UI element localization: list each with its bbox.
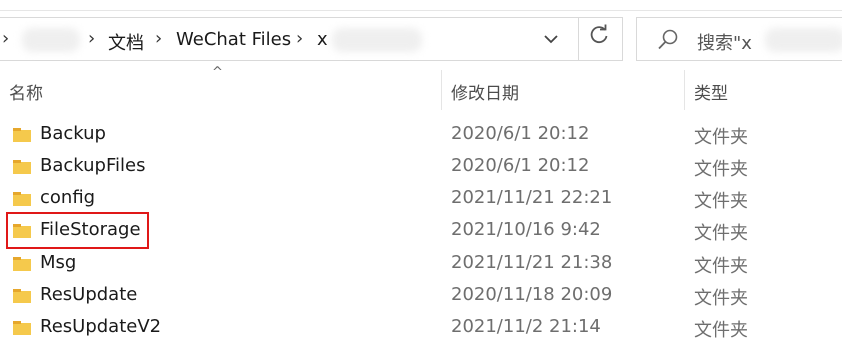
folder-icon — [13, 192, 31, 206]
file-type: 文件夹 — [694, 256, 748, 277]
list-item[interactable]: config 2021/11/21 22:21 文件夹 — [0, 182, 842, 214]
address-dropdown-button[interactable] — [536, 27, 566, 51]
address-divider — [578, 18, 579, 60]
folder-icon — [13, 160, 31, 174]
search-icon — [658, 29, 678, 50]
folder-icon — [13, 257, 31, 271]
folder-icon — [13, 321, 31, 335]
list-item[interactable]: BackupFiles 2020/6/1 20:12 文件夹 — [0, 150, 842, 182]
chevron-right-icon: › — [296, 28, 304, 49]
column-header-row: ^ 名称 修改日期 类型 — [0, 65, 842, 114]
refresh-icon — [590, 24, 608, 44]
chevron-right-icon: › — [2, 28, 10, 49]
file-type: 文件夹 — [694, 127, 748, 148]
file-date: 2021/11/2 21:14 — [451, 316, 601, 337]
file-name: Backup — [40, 123, 106, 144]
list-item[interactable]: Backup 2020/6/1 20:12 文件夹 — [0, 118, 842, 150]
search-placeholder: 搜索"x — [697, 33, 752, 54]
search-input[interactable]: 搜索"x — [636, 17, 842, 61]
blurred-search-text — [765, 28, 842, 52]
column-separator[interactable] — [684, 70, 685, 110]
file-date: 2021/11/21 22:21 — [451, 187, 613, 208]
list-item[interactable]: Msg 2021/11/21 21:38 文件夹 — [0, 247, 842, 279]
chevron-right-icon: › — [155, 28, 163, 49]
breadcrumb-documents[interactable]: 文档 — [108, 29, 144, 55]
list-item[interactable]: ResUpdateV2 2021/11/2 21:14 文件夹 — [0, 311, 842, 343]
file-type: 文件夹 — [694, 191, 748, 212]
sort-ascending-icon: ^ — [212, 65, 223, 80]
address-bar[interactable]: › › 文档 › WeChat Files › x — [0, 17, 623, 61]
blurred-breadcrumb — [22, 28, 80, 52]
breadcrumb-wechat-files[interactable]: WeChat Files — [176, 29, 291, 50]
file-date: 2020/6/1 20:12 — [451, 155, 590, 176]
folder-icon — [13, 289, 31, 303]
file-name: BackupFiles — [40, 155, 146, 176]
file-type: 文件夹 — [694, 223, 748, 244]
column-header-name[interactable]: 名称 — [9, 79, 43, 104]
file-date: 2021/11/21 21:38 — [451, 252, 613, 273]
file-explorer-window: › › 文档 › WeChat Files › x 搜索"x ^ 名称 修改日期… — [0, 0, 842, 351]
chevron-down-icon — [544, 35, 558, 44]
file-date: 2021/10/16 9:42 — [451, 219, 601, 240]
ribbon-toolbar-remnant — [0, 0, 842, 11]
file-name: config — [40, 187, 96, 208]
file-name: Msg — [40, 252, 77, 273]
file-name: ResUpdate — [40, 284, 138, 305]
refresh-button[interactable] — [582, 24, 616, 54]
list-item[interactable]: ResUpdate 2020/11/18 20:09 文件夹 — [0, 279, 842, 311]
folder-icon — [13, 128, 31, 142]
file-type: 文件夹 — [694, 159, 748, 180]
column-separator[interactable] — [441, 70, 442, 110]
file-date: 2020/6/1 20:12 — [451, 123, 590, 144]
column-header-date[interactable]: 修改日期 — [451, 79, 519, 104]
blurred-folder-name — [332, 28, 422, 52]
chevron-right-icon: › — [88, 28, 96, 49]
file-type: 文件夹 — [694, 320, 748, 341]
column-header-type[interactable]: 类型 — [694, 79, 728, 104]
breadcrumb-user-folder[interactable]: x — [317, 29, 328, 50]
file-name: ResUpdateV2 — [40, 316, 162, 337]
file-type: 文件夹 — [694, 288, 748, 309]
file-date: 2020/11/18 20:09 — [451, 284, 613, 305]
highlight-annotation-box — [6, 212, 149, 249]
